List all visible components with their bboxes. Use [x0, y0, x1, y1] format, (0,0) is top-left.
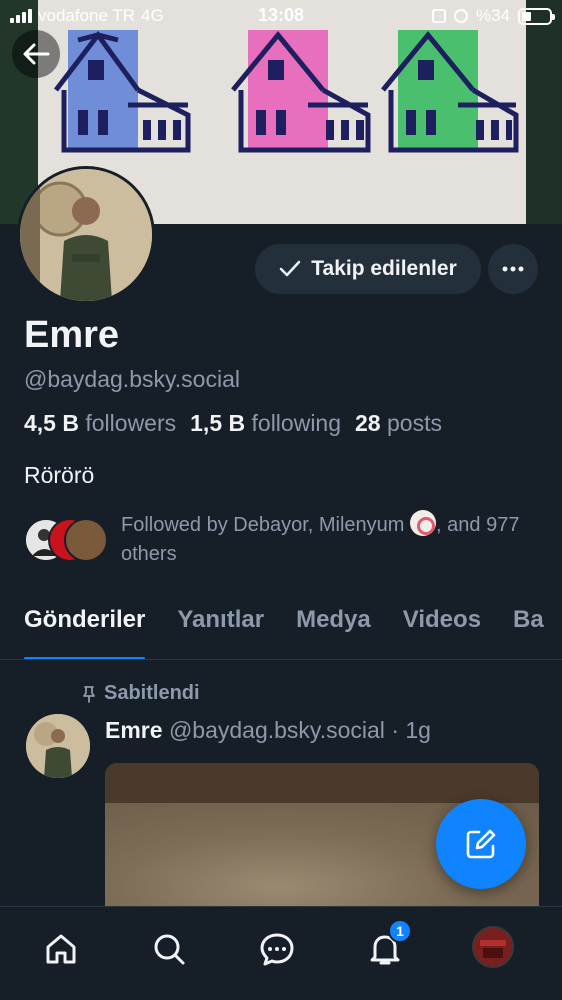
pinned-indicator: Sabitlendi — [82, 682, 200, 705]
chat-icon — [260, 933, 294, 966]
home-icon — [46, 934, 76, 964]
following-button-label: Takip edilenler — [311, 257, 457, 280]
following-stat[interactable]: 1,5 B following — [190, 410, 341, 437]
post-author-handle: @baydag.bsky.social — [168, 717, 385, 743]
post-author-name: Emre — [105, 717, 163, 743]
followed-by-names: Followed by Debayor, Milenyum — [121, 514, 405, 536]
posts-stat: 28 posts — [355, 410, 442, 437]
status-bar: vodafone TR 4G 13:08 %34 — [0, 0, 562, 32]
profile-thumbnail — [474, 928, 512, 966]
display-name: Emre — [24, 314, 120, 356]
posts-label: posts — [387, 410, 442, 436]
followed-by-text: Followed by Debayor, Milenyum , and 977 … — [121, 510, 531, 569]
search-icon — [154, 934, 185, 965]
pinned-label: Sabitlendi — [104, 682, 200, 704]
pin-icon — [83, 685, 95, 703]
followers-label: followers — [85, 410, 177, 436]
following-button[interactable]: Takip edilenler — [255, 244, 481, 294]
followers-stat[interactable]: 4,5 B followers — [24, 410, 176, 437]
following-label: following — [251, 410, 342, 436]
following-count: 1,5 B — [190, 410, 246, 436]
nav-home[interactable] — [39, 927, 83, 971]
battery-icon — [518, 7, 555, 25]
alarm-icon — [453, 9, 468, 23]
bottom-navigation: 1 — [0, 906, 562, 1000]
tab-more-truncated[interactable]: Ba — [513, 606, 544, 660]
back-button[interactable] — [12, 30, 60, 78]
status-right: %34 — [431, 6, 555, 26]
tab-videos[interactable]: Videos — [403, 606, 481, 660]
post-header[interactable]: Emre @baydag.bsky.social · 1g — [105, 717, 431, 744]
notification-badge: 1 — [388, 919, 412, 943]
profile-bio: Rörörö — [24, 462, 95, 488]
tab-media[interactable]: Medya — [296, 606, 371, 660]
compose-icon — [466, 829, 496, 859]
post-age: 1g — [405, 717, 431, 743]
tabs-divider — [0, 659, 562, 660]
arrow-left-icon — [23, 43, 50, 65]
compose-button[interactable] — [436, 799, 526, 889]
nav-profile-avatar[interactable] — [472, 926, 514, 968]
post-separator: · — [391, 717, 399, 743]
profile-tabs: Gönderiler Yanıtlar Medya Videos Ba — [24, 606, 544, 660]
tab-posts[interactable]: Gönderiler — [24, 606, 146, 660]
tab-replies[interactable]: Yanıtlar — [177, 606, 264, 660]
checkmark-icon — [280, 260, 301, 277]
profile-handle: @baydag.bsky.social — [24, 366, 240, 392]
battery-percent: %34 — [475, 6, 510, 25]
followed-by-row[interactable]: Followed by Debayor, Milenyum , and 977 … — [24, 510, 544, 570]
nav-chat[interactable] — [255, 927, 299, 971]
profile-avatar[interactable] — [17, 166, 155, 304]
orientation-lock-icon — [431, 9, 446, 23]
more-options-button[interactable] — [488, 244, 538, 294]
posts-count: 28 — [355, 410, 381, 436]
follower-avatar-3 — [64, 518, 108, 562]
sushi-emoji-icon — [410, 510, 437, 536]
followers-count: 4,5 B — [24, 410, 79, 436]
post-avatar-photo — [26, 714, 90, 778]
banner-edge-right — [526, 0, 562, 224]
post-author-avatar[interactable] — [26, 714, 90, 778]
avatar-photo — [20, 169, 152, 301]
profile-stats: 4,5 B followers 1,5 B following 28 posts — [24, 410, 442, 437]
ellipsis-icon — [502, 266, 524, 272]
nav-search[interactable] — [147, 927, 191, 971]
post-image-top — [105, 763, 539, 803]
